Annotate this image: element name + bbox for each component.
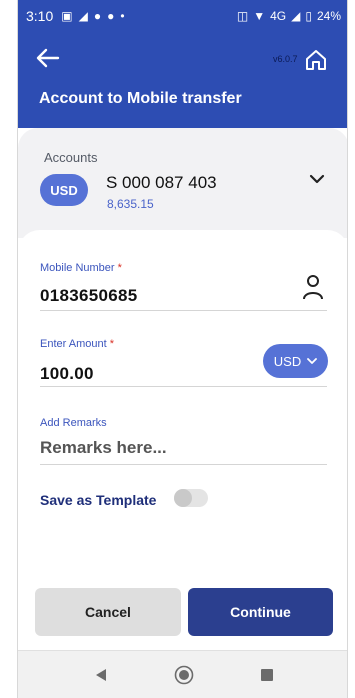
chevron-down-icon	[307, 358, 318, 364]
required-mark: *	[117, 262, 122, 274]
facebook-icon: ●	[93, 9, 102, 23]
arrow-left-icon[interactable]	[36, 48, 60, 68]
amount-label-text: Enter Amount	[40, 338, 107, 350]
save-as-template-label: Save as Template	[40, 492, 157, 508]
dot-icon: •	[120, 9, 125, 23]
remarks-underline	[40, 464, 327, 465]
required-mark: *	[109, 338, 114, 350]
telegram-icon: ◢	[78, 9, 88, 23]
mobile-number-underline	[40, 310, 327, 311]
amount-field[interactable]: 100.00	[40, 364, 94, 384]
account-balance: 8,635.15	[107, 197, 154, 211]
amount-underline	[40, 386, 327, 387]
amount-currency-value: USD	[273, 353, 302, 369]
battery-level: 24%	[316, 9, 341, 23]
network-type: 4G	[270, 9, 287, 23]
vibrate-icon: ◫	[236, 9, 249, 23]
accounts-label: Accounts	[44, 150, 98, 165]
facebook-icon: ●	[107, 9, 115, 23]
nav-back-icon[interactable]	[94, 668, 108, 682]
mobile-number-label-text: Mobile Number	[40, 262, 115, 274]
status-bar: 3:10 ▣ ◢ ● ● • ◫ ▼ 4G ◢ ▯ 24%	[18, 0, 347, 32]
account-number: S 000 087 403	[106, 173, 217, 192]
account-selector[interactable]: Accounts USD S 000 087 403 8,635.15	[18, 128, 347, 238]
page-title: Account to Mobile transfer	[39, 90, 242, 107]
save-as-template-toggle[interactable]	[174, 489, 208, 507]
account-currency-badge: USD	[40, 174, 88, 206]
remarks-label: Add Remarks	[40, 417, 107, 429]
wifi-icon: ▼	[253, 9, 266, 23]
contact-person-icon[interactable]	[302, 274, 324, 300]
amount-currency-dropdown[interactable]: USD	[263, 344, 328, 378]
notification-icons: ▣ ◢ ● ● •	[61, 10, 124, 22]
app-version: v6.0.7	[273, 54, 298, 64]
phone-screen: 3:10 ▣ ◢ ● ● • ◫ ▼ 4G ◢ ▯ 24% v6.0.7 Acc…	[17, 0, 348, 698]
cancel-button[interactable]: Cancel	[35, 588, 181, 636]
home-icon[interactable]	[304, 48, 328, 72]
signal-icon: ◢	[291, 9, 301, 23]
mobile-number-label: Mobile Number *	[40, 262, 122, 274]
nav-recents-icon[interactable]	[261, 669, 273, 681]
continue-button[interactable]: Continue	[188, 588, 333, 636]
battery-icon: ▯	[305, 9, 312, 23]
nav-home-icon[interactable]	[174, 665, 194, 685]
remarks-input[interactable]	[40, 436, 327, 460]
system-icons: ◫ ▼ 4G ◢ ▯ 24%	[237, 9, 341, 23]
chevron-down-icon[interactable]	[308, 170, 326, 188]
gallery-icon: ▣	[61, 9, 73, 23]
amount-label: Enter Amount *	[40, 338, 114, 350]
toggle-knob	[174, 489, 192, 507]
mobile-number-field[interactable]: 0183650685	[40, 286, 138, 306]
transfer-form: Mobile Number * 0183650685 Enter Amount …	[18, 230, 347, 650]
app-header: v6.0.7 Account to Mobile transfer	[18, 32, 347, 128]
status-time: 3:10	[26, 8, 54, 24]
system-nav-bar	[18, 650, 347, 698]
